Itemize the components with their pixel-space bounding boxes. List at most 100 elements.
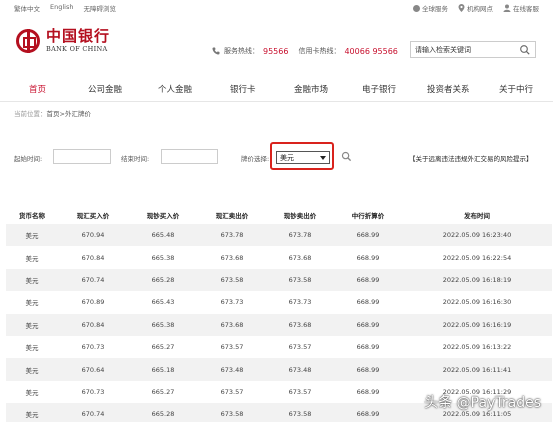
cell-boc-rate: 668.99 bbox=[356, 298, 380, 307]
cell-spot-buy: 670.84 bbox=[58, 313, 128, 336]
cell-cash-sell: 673.73 bbox=[288, 298, 312, 307]
table-row: 美元 670.74 665.28 673.58 673.58 668.99 2022.05.… bbox=[6, 268, 552, 292]
cell-boc-rate: 668.99 bbox=[334, 358, 402, 381]
cell-cash-sell: 673.68 bbox=[266, 313, 334, 336]
cell-cash-sell: 673.57 bbox=[288, 343, 312, 352]
nav-corporate-banking[interactable]: 公司金融 bbox=[88, 83, 122, 95]
nav-investor-relations[interactable]: 投资者关系 bbox=[427, 83, 470, 95]
cell-spot-buy: 670.73 bbox=[81, 387, 105, 396]
cell-publish-time: 2022.05.09 16:23:40 bbox=[402, 224, 552, 247]
risk-warning-link[interactable]: 【关于远离违法违规外汇交易的风险提示】 bbox=[409, 153, 533, 163]
cell-publish-time: 2022.05.09 16:13:22 bbox=[442, 343, 512, 352]
table-row: 美元 670.73 665.27 673.57 673.57 668.99 2022.05.… bbox=[6, 336, 552, 358]
cell-currency: 美元 bbox=[6, 224, 58, 247]
search-input[interactable] bbox=[411, 45, 519, 54]
currency-select[interactable]: 美元 bbox=[276, 151, 330, 164]
cell-spot-buy: 670.74 bbox=[58, 403, 128, 422]
table-row: 美元 670.64 665.18 673.48 673.48 668.99 2022.05.… bbox=[6, 358, 552, 381]
cell-currency: 美元 bbox=[6, 403, 58, 422]
cell-spot-buy: 670.73 bbox=[81, 343, 105, 352]
phone-icon bbox=[212, 47, 220, 55]
logo-text: 中国银行 BANK OF CHINA bbox=[46, 28, 110, 54]
cell-spot-buy: 670.64 bbox=[58, 358, 128, 381]
cell-spot-sell: 673.57 bbox=[220, 387, 244, 396]
cell-spot-sell: 673.48 bbox=[198, 358, 266, 381]
nav-financial-markets[interactable]: 金融市场 bbox=[294, 83, 328, 95]
table-row: 美元 670.94 665.48 673.78 673.78 668.99 2022.05.… bbox=[6, 224, 552, 247]
table-row: 美元 670.84 665.38 673.68 673.68 668.99 2022.05.… bbox=[6, 246, 552, 268]
cell-cash-buy: 665.18 bbox=[128, 358, 198, 381]
cell-cash-buy: 665.28 bbox=[128, 268, 198, 292]
cell-cash-buy: 665.38 bbox=[128, 313, 198, 336]
breadcrumb-path[interactable]: 首页>外汇牌价 bbox=[47, 110, 91, 118]
english-link[interactable]: English bbox=[50, 3, 73, 13]
service-hotline-number: 95566 bbox=[263, 46, 289, 56]
cell-cash-buy: 665.48 bbox=[128, 224, 198, 247]
nav-home[interactable]: 首页 bbox=[29, 83, 46, 95]
cell-spot-sell: 673.68 bbox=[220, 253, 244, 262]
cell-cash-sell: 673.78 bbox=[266, 224, 334, 247]
language-links: 繁体中文 English 无障碍浏览 bbox=[14, 3, 116, 13]
cell-cash-sell: 673.58 bbox=[266, 403, 334, 422]
cell-currency: 美元 bbox=[25, 254, 39, 263]
logo-english-name: BANK OF CHINA bbox=[46, 45, 108, 53]
cell-cash-sell: 673.48 bbox=[266, 358, 334, 381]
card-hotline-number: 40066 95566 bbox=[344, 46, 398, 56]
cell-boc-rate: 668.99 bbox=[356, 387, 380, 396]
bank-logo[interactable]: 中国银行 BANK OF CHINA bbox=[16, 28, 110, 53]
cell-spot-sell: 673.58 bbox=[198, 403, 266, 422]
header-cash-buy: 现钞买入价 bbox=[146, 212, 180, 220]
cell-publish-time: 2022.05.09 16:16:19 bbox=[402, 313, 552, 336]
service-hotline-label: 服务热线： bbox=[224, 47, 259, 55]
header-boc-rate: 中行折算价 bbox=[351, 212, 385, 220]
cell-currency: 美元 bbox=[6, 313, 58, 336]
global-service-link[interactable]: 全球服务 bbox=[413, 3, 448, 13]
cell-spot-buy: 670.74 bbox=[58, 268, 128, 292]
exchange-rate-table: 货币名称 现汇买入价 现钞买入价 现汇卖出价 现钞卖出价 中行折算价 发布时间 … bbox=[6, 206, 552, 422]
accessibility-link[interactable]: 无障碍浏览 bbox=[83, 3, 116, 13]
nav-about-boc[interactable]: 关于中行 bbox=[499, 83, 533, 95]
currency-select-label: 牌价选择: bbox=[241, 155, 270, 163]
header-spot-buy: 现汇买入价 bbox=[76, 212, 110, 220]
cell-currency: 美元 bbox=[6, 268, 58, 292]
service-links: 全球服务 机构网点 在线客服 bbox=[413, 3, 539, 13]
traditional-chinese-link[interactable]: 繁体中文 bbox=[14, 3, 40, 13]
nav-personal-banking[interactable]: 个人金融 bbox=[158, 83, 192, 95]
cell-boc-rate: 668.99 bbox=[334, 403, 402, 422]
online-service-label: 在线客服 bbox=[513, 5, 539, 13]
cell-cash-sell: 673.58 bbox=[266, 268, 334, 292]
nav-bank-card[interactable]: 银行卡 bbox=[230, 83, 256, 95]
branches-link[interactable]: 机构网点 bbox=[458, 3, 493, 13]
breadcrumb-prefix: 当前位置： bbox=[14, 110, 47, 118]
chevron-down-icon bbox=[320, 155, 326, 160]
cell-currency: 美元 bbox=[25, 388, 39, 397]
cell-publish-time: 2022.05.09 16:18:19 bbox=[402, 268, 552, 292]
cell-spot-buy: 670.89 bbox=[81, 298, 105, 307]
cell-currency: 美元 bbox=[25, 344, 39, 353]
cell-boc-rate: 668.99 bbox=[356, 253, 380, 262]
search-icon[interactable] bbox=[519, 44, 531, 56]
table-row: 美元 670.84 665.38 673.68 673.68 668.99 2022.05.… bbox=[6, 313, 552, 336]
cell-boc-rate: 668.99 bbox=[356, 343, 380, 352]
nav-e-banking[interactable]: 电子银行 bbox=[362, 83, 396, 95]
cell-cash-buy: 665.27 bbox=[151, 343, 175, 352]
online-service-link[interactable]: 在线客服 bbox=[503, 3, 539, 13]
user-icon bbox=[503, 4, 511, 12]
header-publish-time: 发布时间 bbox=[464, 212, 490, 220]
end-time-input[interactable] bbox=[161, 149, 218, 164]
watermark-text: 头条 @PayTrades bbox=[424, 395, 541, 411]
site-search bbox=[410, 41, 536, 58]
cell-cash-buy: 665.38 bbox=[151, 253, 175, 262]
main-navigation: 首页 公司金融 个人金融 银行卡 金融市场 电子银行 投资者关系 关于中行 bbox=[0, 76, 553, 102]
hotline-info: 服务热线： 95566 信用卡热线： 40066 95566 bbox=[212, 46, 398, 56]
cell-currency: 美元 bbox=[6, 358, 58, 381]
query-search-icon[interactable] bbox=[341, 151, 352, 162]
cell-cash-sell: 673.68 bbox=[288, 253, 312, 262]
site-header: 中国银行 BANK OF CHINA 服务热线： 95566 信用卡热线： 40… bbox=[0, 16, 553, 72]
bank-emblem-icon bbox=[16, 28, 40, 53]
cell-boc-rate: 668.99 bbox=[334, 224, 402, 247]
start-time-input[interactable] bbox=[53, 149, 111, 164]
cell-currency: 美元 bbox=[25, 299, 39, 308]
end-time-label: 结束时间: bbox=[121, 155, 150, 163]
header-spot-sell: 现汇卖出价 bbox=[215, 212, 249, 220]
